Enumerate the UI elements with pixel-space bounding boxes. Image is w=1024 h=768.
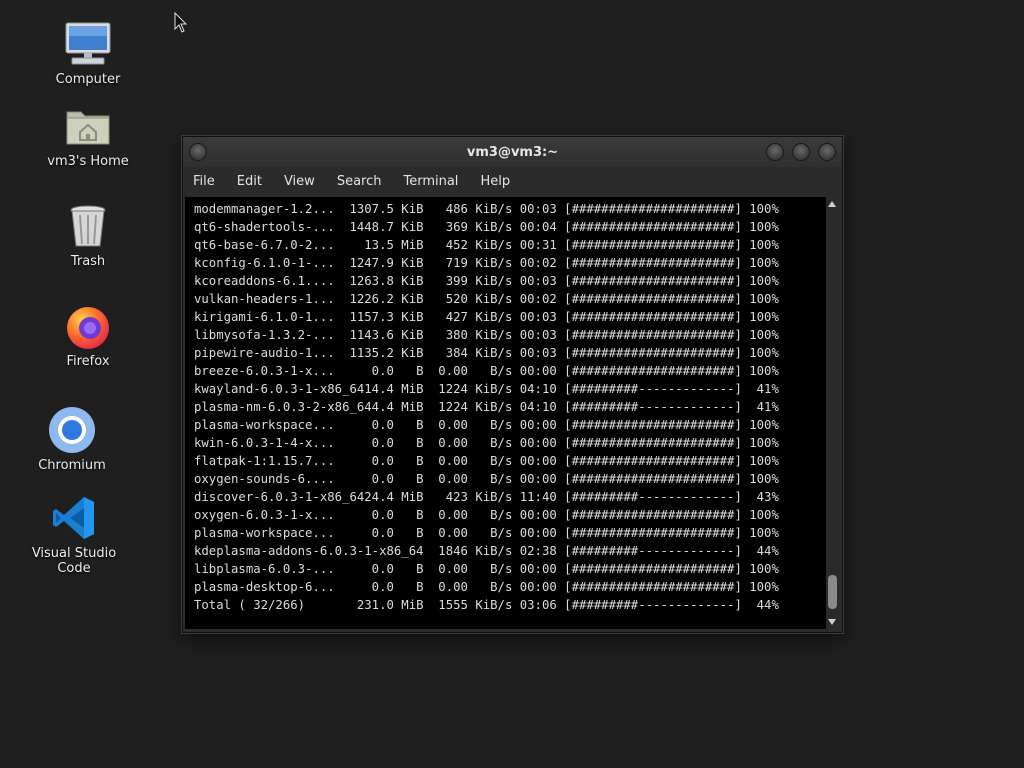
terminal-line: kwayland-6.0.3-1-x86_6414.4 MiB 1224 KiB… — [194, 382, 779, 396]
scrollbar-thumb[interactable] — [828, 575, 837, 609]
computer-icon — [64, 20, 112, 68]
close-button[interactable] — [818, 143, 836, 161]
terminal-line: kconfig-6.1.0-1-... 1247.9 KiB 719 KiB/s… — [194, 256, 779, 270]
maximize-button[interactable] — [792, 143, 810, 161]
desktop-icon-label: Visual Studio Code — [31, 546, 117, 576]
terminal-line: kdeplasma-addons-6.0.3-1-x86_64 1846 KiB… — [194, 544, 779, 558]
terminal-line: kwin-6.0.3-1-4-x... 0.0 B 0.00 B/s 00:00… — [194, 436, 779, 450]
menu-edit[interactable]: Edit — [237, 174, 262, 189]
menu-search[interactable]: Search — [337, 174, 382, 189]
trash-icon — [64, 202, 112, 250]
desktop-icon-label: Firefox — [66, 354, 110, 369]
menu-help[interactable]: Help — [480, 174, 510, 189]
terminal-line: libplasma-6.0.3-... 0.0 B 0.00 B/s 00:00… — [194, 562, 779, 576]
terminal-line: kirigami-6.1.0-1... 1157.3 KiB 427 KiB/s… — [194, 310, 779, 324]
minimize-button[interactable] — [766, 143, 784, 161]
terminal-line: libmysofa-1.3.2-... 1143.6 KiB 380 KiB/s… — [194, 328, 779, 342]
desktop: Computer vm3's Home Trash Firefox Chromi… — [0, 0, 1024, 768]
window-menu-button[interactable] — [189, 143, 207, 161]
terminal-line: discover-6.0.3-1-x86_6424.4 MiB 423 KiB/… — [194, 490, 779, 504]
desktop-icon-trash[interactable]: Trash — [28, 202, 148, 269]
desktop-icon-firefox[interactable]: Firefox — [28, 302, 148, 369]
window-title: vm3@vm3:~ — [466, 144, 559, 160]
scroll-up-icon[interactable] — [828, 201, 836, 207]
menubar: File Edit View Search Terminal Help — [183, 167, 842, 195]
desktop-icon-chromium[interactable]: Chromium — [12, 406, 132, 473]
vscode-icon — [50, 494, 98, 542]
home-folder-icon — [64, 102, 112, 150]
menu-terminal[interactable]: Terminal — [403, 174, 458, 189]
desktop-icon-home[interactable]: vm3's Home — [28, 102, 148, 169]
terminal-line: pipewire-audio-1... 1135.2 KiB 384 KiB/s… — [194, 346, 779, 360]
terminal-line: modemmanager-1.2... 1307.5 KiB 486 KiB/s… — [194, 202, 779, 216]
terminal-line: kcoreaddons-6.1.... 1263.8 KiB 399 KiB/s… — [194, 274, 779, 288]
terminal-line: qt6-base-6.7.0-2... 13.5 MiB 452 KiB/s 0… — [194, 238, 779, 252]
terminal-scrollbar[interactable] — [826, 197, 839, 629]
terminal-output[interactable]: modemmanager-1.2... 1307.5 KiB 486 KiB/s… — [185, 197, 826, 629]
desktop-icon-label: Trash — [70, 254, 106, 269]
menu-file[interactable]: File — [193, 174, 215, 189]
terminal-window[interactable]: vm3@vm3:~ File Edit View Search Terminal… — [182, 136, 843, 633]
desktop-icon-label: vm3's Home — [47, 154, 129, 169]
terminal-line: qt6-shadertools-... 1448.7 KiB 369 KiB/s… — [194, 220, 779, 234]
mouse-pointer-icon — [174, 12, 188, 33]
terminal-line: oxygen-sounds-6.... 0.0 B 0.00 B/s 00:00… — [194, 472, 779, 486]
window-titlebar[interactable]: vm3@vm3:~ — [183, 137, 842, 167]
desktop-icon-label: Chromium — [38, 458, 106, 473]
firefox-icon — [64, 302, 112, 350]
desktop-icon-vscode[interactable]: Visual Studio Code — [14, 494, 134, 576]
terminal-line: flatpak-1:1.15.7... 0.0 B 0.00 B/s 00:00… — [194, 454, 779, 468]
terminal-line: breeze-6.0.3-1-x... 0.0 B 0.00 B/s 00:00… — [194, 364, 779, 378]
menu-view[interactable]: View — [284, 174, 315, 189]
desktop-icon-label: Computer — [55, 72, 121, 87]
terminal-line: plasma-desktop-6... 0.0 B 0.00 B/s 00:00… — [194, 580, 779, 594]
terminal-line: plasma-workspace... 0.0 B 0.00 B/s 00:00… — [194, 418, 779, 432]
terminal-line: oxygen-6.0.3-1-x... 0.0 B 0.00 B/s 00:00… — [194, 508, 779, 522]
scroll-down-icon[interactable] — [828, 619, 836, 625]
terminal-line: Total ( 32/266) 231.0 MiB 1555 KiB/s 03:… — [194, 598, 779, 612]
terminal-line: vulkan-headers-1... 1226.2 KiB 520 KiB/s… — [194, 292, 779, 306]
chromium-icon — [48, 406, 96, 454]
desktop-icon-computer[interactable]: Computer — [28, 20, 148, 87]
terminal-line: plasma-nm-6.0.3-2-x86_644.4 MiB 1224 KiB… — [194, 400, 779, 414]
terminal-line: plasma-workspace... 0.0 B 0.00 B/s 00:00… — [194, 526, 779, 540]
